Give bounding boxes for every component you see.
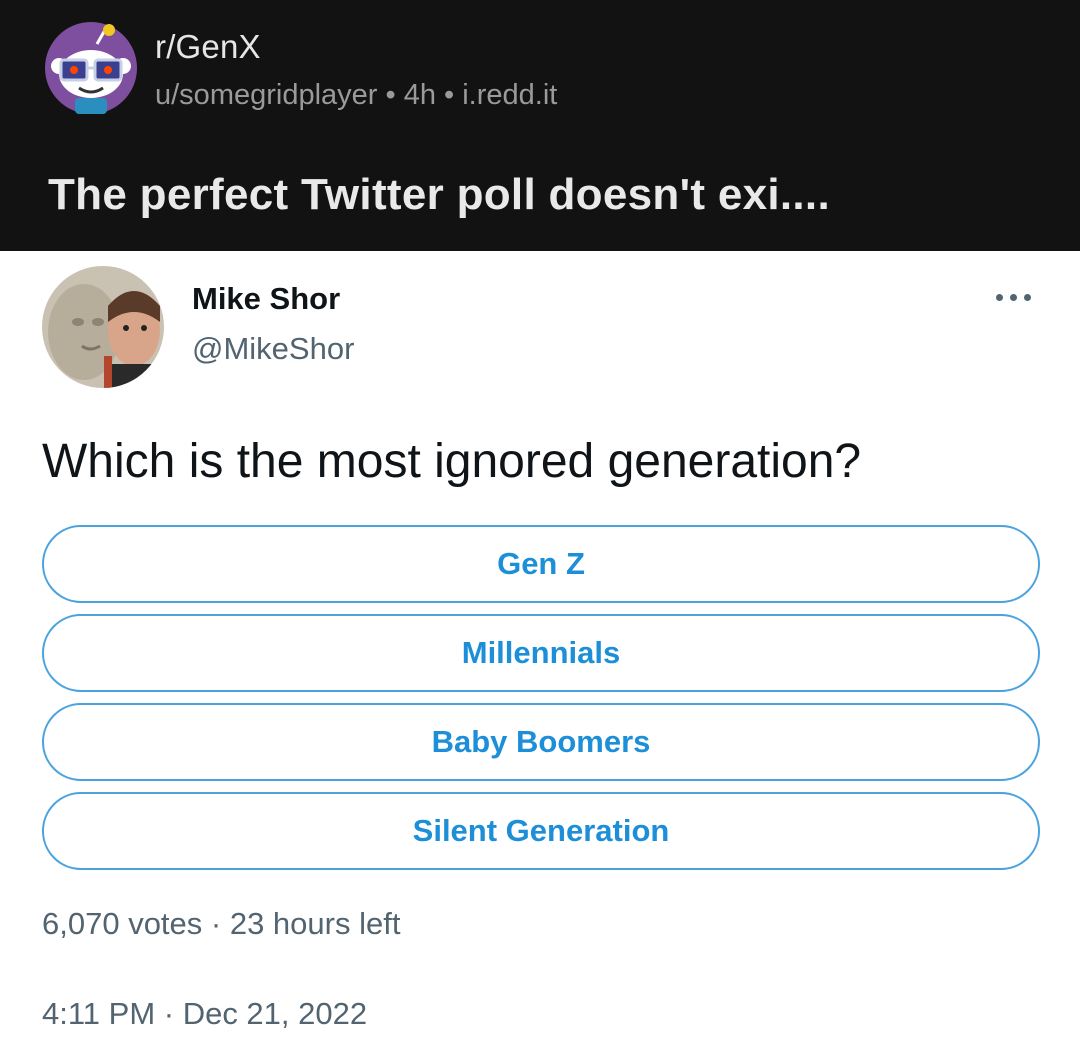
tweet-card: Mike Shor @MikeShor Which is the most ig… bbox=[0, 251, 1080, 1063]
reddit-post-header: r/GenX u/somegridplayer • 4h • i.redd.it… bbox=[0, 0, 1080, 251]
tweet-timestamp[interactable]: 4:11 PM · Dec 21, 2022 bbox=[42, 996, 367, 1032]
poll-option-baby-boomers[interactable]: Baby Boomers bbox=[42, 703, 1040, 781]
subreddit-name[interactable]: r/GenX bbox=[155, 28, 261, 66]
more-options-icon[interactable] bbox=[996, 289, 1036, 305]
poll-option-label: Baby Boomers bbox=[431, 724, 651, 759]
post-meta: u/somegridplayer • 4h • i.redd.it bbox=[155, 79, 558, 111]
poll-option-label: Millennials bbox=[461, 635, 621, 670]
poll-option-label: Silent Generation bbox=[412, 813, 670, 848]
tweet-text: Which is the most ignored generation? bbox=[42, 435, 862, 488]
poll-option-millennials[interactable]: Millennials bbox=[42, 614, 1040, 692]
snoo-glasses-icon[interactable] bbox=[45, 22, 137, 114]
avatar[interactable] bbox=[42, 266, 164, 388]
poll-option-silent-generation[interactable]: Silent Generation bbox=[42, 792, 1040, 870]
author-handle[interactable]: @MikeShor bbox=[192, 331, 354, 367]
poll-option-gen-z[interactable]: Gen Z bbox=[42, 525, 1040, 603]
post-title: The perfect Twitter poll doesn't exi.... bbox=[48, 170, 830, 219]
poll-option-label: Gen Z bbox=[497, 546, 585, 581]
poll-footer: 6,070 votes · 23 hours left bbox=[42, 906, 401, 941]
author-name[interactable]: Mike Shor bbox=[192, 281, 340, 317]
